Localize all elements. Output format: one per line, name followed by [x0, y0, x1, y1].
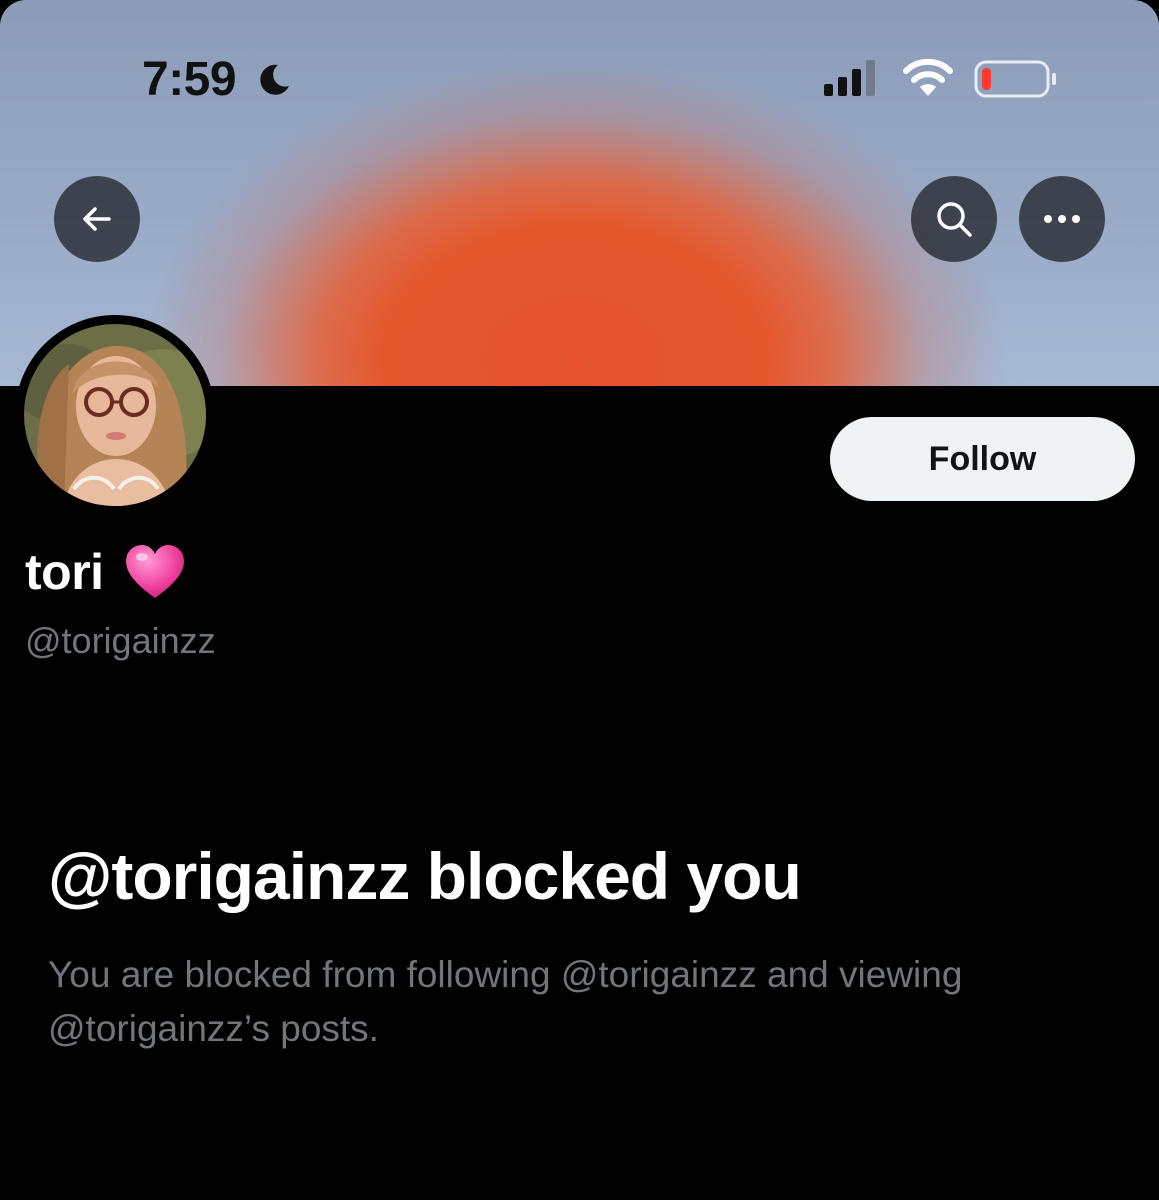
more-options-button[interactable] [1019, 176, 1105, 262]
blocked-title: @torigainzz blocked you [48, 839, 802, 913]
display-name-text: tori [25, 544, 104, 600]
cellular-signal-icon [824, 60, 875, 96]
profile-photo [24, 324, 206, 506]
status-time: 7:59 [142, 53, 237, 106]
avatar[interactable] [15, 315, 215, 515]
wifi-icon [903, 58, 953, 96]
search-button[interactable] [911, 176, 997, 262]
arrow-left-icon [83, 207, 111, 231]
moon-icon [260, 64, 289, 95]
blocked-description: You are blocked from following @torigain… [48, 954, 963, 1049]
pink-heart-icon [125, 545, 184, 598]
search-icon [937, 202, 972, 237]
battery-low-icon [974, 60, 1056, 98]
back-button[interactable] [54, 176, 140, 262]
profile-handle: @torigainzz [25, 620, 216, 661]
profile-display-name: tori [25, 540, 186, 604]
more-horizontal-icon [1044, 215, 1080, 223]
status-bar: 7:59 [0, 0, 1159, 160]
follow-button[interactable]: Follow [830, 417, 1135, 501]
